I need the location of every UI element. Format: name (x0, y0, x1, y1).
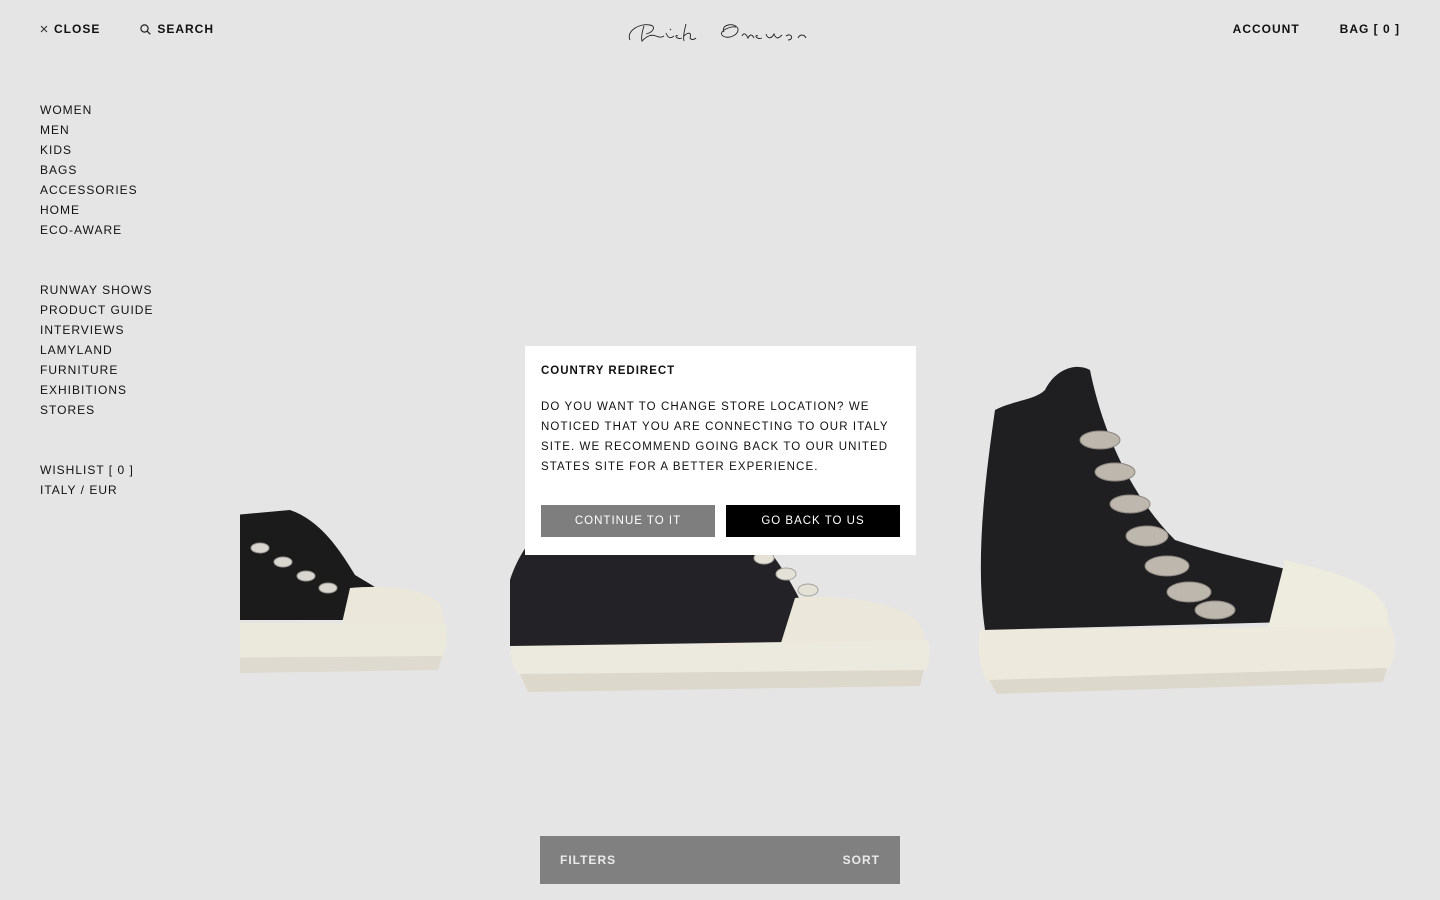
page: CLOSE SEARCH ACCOUNT BAG [ 0 ] WOMEN MEN… (0, 0, 1440, 900)
header-left: CLOSE SEARCH (40, 22, 214, 36)
close-label: CLOSE (54, 22, 101, 36)
menu-item-product-guide[interactable]: PRODUCT GUIDE (40, 300, 220, 320)
menu-item-interviews[interactable]: INTERVIEWS (40, 320, 220, 340)
sort-button[interactable]: SORT (843, 853, 880, 867)
continue-to-it-button[interactable]: CONTINUE TO IT (541, 505, 715, 537)
search-button[interactable]: SEARCH (140, 22, 214, 36)
utility-menu: WISHLIST [ 0 ] ITALY / EUR (40, 460, 220, 500)
menu-item-runway-shows[interactable]: RUNWAY SHOWS (40, 280, 220, 300)
brand-logo[interactable] (620, 14, 820, 48)
product-image-sneaker-low-cropped[interactable] (240, 500, 470, 700)
category-menu: WOMEN MEN KIDS BAGS ACCESSORIES HOME ECO… (40, 100, 220, 240)
menu-item-men[interactable]: MEN (40, 120, 220, 140)
modal-message: DO YOU WANT TO CHANGE STORE LOCATION? WE… (541, 401, 889, 473)
menu-item-exhibitions[interactable]: EXHIBITIONS (40, 380, 220, 400)
country-redirect-modal: COUNTRY REDIRECT DO YOU WANT TO CHANGE S… (525, 346, 916, 555)
menu-item-eco-aware[interactable]: ECO-AWARE (40, 220, 220, 240)
locale-selector[interactable]: ITALY / EUR (40, 480, 220, 500)
modal-title: COUNTRY REDIRECT (541, 365, 676, 377)
filters-button[interactable]: FILTERS (560, 853, 616, 867)
menu-item-home[interactable]: HOME (40, 200, 220, 220)
account-link[interactable]: ACCOUNT (1233, 22, 1300, 36)
wishlist-link[interactable]: WISHLIST [ 0 ] (40, 460, 220, 480)
menu-item-bags[interactable]: BAGS (40, 160, 220, 180)
editorial-menu: RUNWAY SHOWS PRODUCT GUIDE INTERVIEWS LA… (40, 280, 220, 420)
menu-item-accessories[interactable]: ACCESSORIES (40, 180, 220, 200)
bag-link[interactable]: BAG [ 0 ] (1340, 22, 1400, 36)
menu-item-women[interactable]: WOMEN (40, 100, 220, 120)
menu-item-lamyland[interactable]: LAMYLAND (40, 340, 220, 360)
menu-item-stores[interactable]: STORES (40, 400, 220, 420)
close-button[interactable]: CLOSE (40, 22, 100, 36)
product-image-sneaker-high[interactable] (975, 360, 1405, 700)
close-icon (40, 25, 48, 33)
sidebar-nav: WOMEN MEN KIDS BAGS ACCESSORIES HOME ECO… (40, 100, 220, 540)
search-label: SEARCH (157, 22, 215, 36)
filter-sort-bar: FILTERS SORT (540, 836, 900, 884)
header-right: ACCOUNT BAG [ 0 ] (1233, 22, 1400, 36)
go-back-to-us-button[interactable]: GO BACK TO US (726, 505, 900, 537)
menu-item-furniture[interactable]: FURNITURE (40, 360, 220, 380)
menu-item-kids[interactable]: KIDS (40, 140, 220, 160)
search-icon (140, 23, 152, 35)
modal-actions: CONTINUE TO IT GO BACK TO US (541, 505, 900, 537)
